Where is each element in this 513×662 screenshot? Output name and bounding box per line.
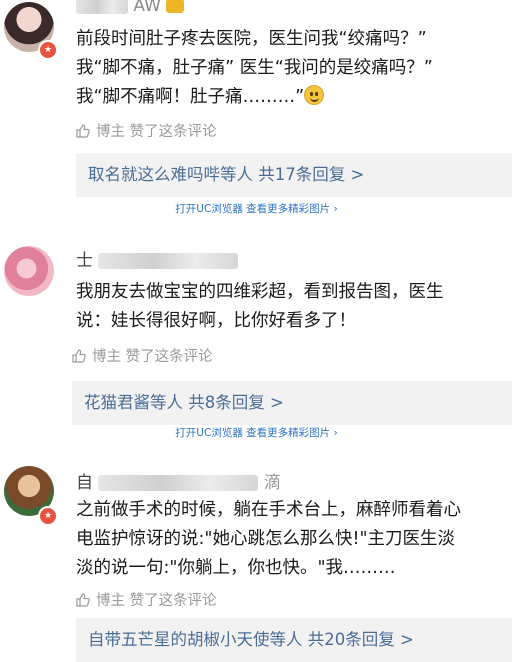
comment-text: 前段时间肚子疼去医院，医生问我“绞痛吗？” 我“脚不痛，肚子痛” 医生“我问的是… (76, 29, 433, 107)
comment-1: ★ AW 前段时间肚子疼去医院，医生问我“绞痛吗？” 我“脚不痛，肚子痛” 医生… (0, 0, 513, 200)
verified-badge-icon: ★ (38, 40, 58, 60)
username[interactable]: AW (76, 0, 185, 16)
crown-emoji-icon (166, 0, 185, 13)
reply-summary-button[interactable]: 花猫君酱等人 共8条回复 > (72, 381, 512, 425)
smile-emoji-icon (304, 85, 325, 105)
verified-badge-icon: ★ (38, 506, 58, 526)
thumbs-up-icon (76, 592, 90, 607)
blurred-username-icon (98, 475, 259, 491)
liked-by-author: 博主 赞了这条评论 (76, 589, 217, 610)
blurred-username-icon (76, 0, 128, 14)
liked-by-author: 博主 赞了这条评论 (72, 345, 213, 366)
thumbs-up-icon (72, 348, 86, 363)
comment-text: 之前做手术的时候，躺在手术台上，麻醉师看着心 电监护惊讶的说:"她心跳怎么那么快… (76, 500, 461, 578)
open-uc-browser-link[interactable]: 打开UC浏览器 查看更多精彩图片 › (0, 201, 513, 216)
reply-summary-button[interactable]: 自带五芒星的胡椒小天使等人 共20条回复 > (76, 618, 512, 662)
liked-by-author: 博主 赞了这条评论 (76, 120, 217, 141)
comment-2: 士 我朋友去做宝宝的四维彩超，看到报告图，医生 说：娃长得很好啊，比你好看多了！… (0, 240, 513, 425)
username[interactable]: 士 (76, 246, 239, 271)
comment-text: 我朋友去做宝宝的四维彩超，看到报告图，医生 说：娃长得很好啊，比你好看多了！ (76, 282, 444, 331)
avatar[interactable] (4, 246, 54, 296)
username[interactable]: 自 滴 (76, 468, 281, 493)
blurred-username-icon (98, 253, 239, 269)
open-uc-browser-link[interactable]: 打开UC浏览器 查看更多精彩图片 › (0, 425, 513, 440)
comment-3: ★ 自 滴 之前做手术的时候，躺在手术台上，麻醉师看着心 电监护惊讶的说:"她心… (0, 462, 513, 662)
reply-summary-button[interactable]: 取名就这么难吗哔等人 共17条回复 > (76, 153, 512, 197)
thumbs-up-icon (76, 123, 90, 138)
